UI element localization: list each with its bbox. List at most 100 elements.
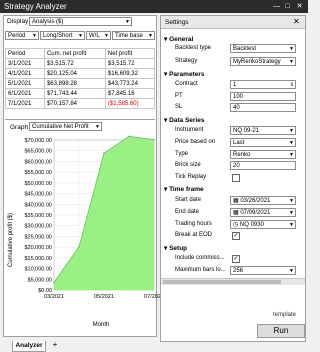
break-at-eod-checkbox[interactable]: ✓ xyxy=(232,232,240,240)
price-based-on-select[interactable]: Last ▼ xyxy=(230,138,296,147)
brick-size-value: 20 xyxy=(233,163,240,169)
start-date-label: Start date xyxy=(175,197,202,203)
display-select[interactable]: Analysis ($) ▼ xyxy=(29,17,132,26)
table-row[interactable]: 6/1/2021 $71,743.44 $7,845.16 xyxy=(5,88,156,99)
y-tick-label: $70,000.00 xyxy=(24,138,52,144)
tick-replay-label: Tick Replay xyxy=(175,174,207,180)
y-tick-label: $10,000.00 xyxy=(24,267,52,273)
clock-icon: ◷ xyxy=(233,222,240,228)
trading-hours-select[interactable]: ◷ NQ 0930 ▼ xyxy=(230,220,296,229)
backtest-type-label: Backtest type xyxy=(175,45,212,51)
backtest-type-value: Backtest xyxy=(233,46,257,52)
chevron-down-icon: ▼ xyxy=(32,33,37,39)
table-row[interactable]: 3/1/2021 $3,515.72 $3,515.72 xyxy=(5,58,156,69)
data-point xyxy=(78,246,80,248)
include-commission-checkbox[interactable]: ✓ xyxy=(232,255,240,263)
chevron-down-icon: ▼ xyxy=(289,210,294,216)
trading-hours-label: Trading hours xyxy=(175,221,212,227)
close-icon[interactable]: ✕ xyxy=(293,17,300,26)
y-tick-label: $55,000.00 xyxy=(24,170,52,176)
period-cell: 3/1/2021 xyxy=(5,58,45,69)
chevron-down-icon: ▼ xyxy=(289,140,294,146)
x-tick-label: 07/2021 xyxy=(144,294,160,300)
tick-replay-checkbox[interactable] xyxy=(232,174,240,182)
win-loss-select[interactable]: W/L ▼ xyxy=(86,31,111,40)
brick-size-input[interactable]: 20 xyxy=(230,161,296,170)
display-value: Analysis ($) xyxy=(32,19,64,25)
start-date-value: 03/26/2021 xyxy=(240,198,271,204)
y-tick-label: $5,000.00 xyxy=(28,277,52,283)
max-bars-label: Maximum bars lo... xyxy=(175,267,226,273)
horizontal-scrollbar[interactable] xyxy=(161,278,305,285)
y-tick-label: $65,000.00 xyxy=(24,149,52,155)
section-data-series[interactable]: ▾ Data Series xyxy=(164,116,205,124)
instrument-select[interactable]: NQ 09-21 ▼ xyxy=(230,126,296,135)
max-bars-select[interactable]: 256 ▼ xyxy=(230,266,296,275)
table-header-row: Period Cum. net profit Net profit xyxy=(5,48,156,59)
max-bars-value: 256 xyxy=(233,268,244,274)
chevron-down-icon: ▼ xyxy=(289,46,294,52)
table-row[interactable]: 7/1/2021 $70,157.84 ($1,585.60) xyxy=(5,98,156,109)
chevron-down-icon: ▼ xyxy=(289,198,294,204)
run-button[interactable]: Run xyxy=(257,324,305,338)
chevron-down-icon: ▼ xyxy=(289,128,294,134)
y-tick-label: $25,000.00 xyxy=(24,234,52,240)
cum-profit-cell: $3,515.72 xyxy=(43,58,106,69)
include-commission-label: Include commiss... xyxy=(175,255,225,261)
tab-analyzer[interactable]: Analyzer xyxy=(12,341,46,352)
table-row[interactable]: 4/1/2021 $20,125.04 $16,609.32 xyxy=(5,68,156,79)
section-general[interactable]: ▾ General xyxy=(164,35,193,43)
settings-header: Settings ✕ xyxy=(161,16,305,29)
pt-input[interactable]: 100 xyxy=(230,92,296,101)
contract-value: 1 xyxy=(233,82,237,88)
time-base-select[interactable]: Time base ▼ xyxy=(112,31,155,40)
section-parameters[interactable]: ▾ Parameters xyxy=(164,70,205,78)
period-select[interactable]: Period ▼ xyxy=(5,31,39,40)
cum-profit-cell: $20,125.04 xyxy=(43,68,106,79)
contract-label: Contract xyxy=(175,81,198,87)
divider xyxy=(5,119,155,120)
add-tab-button[interactable]: + xyxy=(50,340,60,350)
data-point xyxy=(53,281,55,284)
close-icon[interactable]: ✕ xyxy=(295,2,304,11)
long-short-select[interactable]: Long/Short ▼ xyxy=(40,31,85,40)
maximize-icon[interactable]: □ xyxy=(283,2,292,11)
time-base-label: Time base xyxy=(115,33,143,39)
spinner-icon: ⇕ xyxy=(289,82,294,88)
end-date-value: 07/09/2021 xyxy=(240,210,271,216)
type-select[interactable]: Renko ▼ xyxy=(230,150,296,159)
chevron-down-icon: ▼ xyxy=(289,268,294,274)
minimize-icon[interactable]: — xyxy=(272,2,281,11)
pt-label: PT xyxy=(175,93,183,99)
period-cell: 6/1/2021 xyxy=(5,88,45,99)
chevron-down-icon: ▼ xyxy=(289,222,294,228)
start-date-picker[interactable]: ▦ 03/26/2021 ▼ xyxy=(230,196,296,205)
chevron-down-icon: ▼ xyxy=(78,33,83,39)
section-setup[interactable]: ▾ Setup xyxy=(164,244,187,252)
net-profit-cell: $43,773.24 xyxy=(104,78,156,89)
data-point xyxy=(128,135,130,138)
sl-input[interactable]: 40 xyxy=(230,103,296,112)
template-link[interactable]: template xyxy=(273,312,296,318)
period-cell: 4/1/2021 xyxy=(5,68,45,79)
price-based-on-label: Price based on xyxy=(175,139,216,145)
strategy-select[interactable]: MyRenkoStrategy ▼ xyxy=(230,57,296,66)
cum-profit-cell: $70,157.84 xyxy=(43,98,106,109)
scrollbar-thumb[interactable] xyxy=(163,280,281,284)
column-header[interactable]: Period xyxy=(5,48,45,59)
section-time-frame[interactable]: ▾ Time frame xyxy=(164,185,204,193)
backtest-type-select[interactable]: Backtest ▼ xyxy=(230,44,296,53)
end-date-picker[interactable]: ▦ 07/09/2021 ▼ xyxy=(230,208,296,217)
strategy-value: MyRenkoStrategy xyxy=(233,59,281,65)
column-header[interactable]: Net profit xyxy=(104,48,156,59)
column-header[interactable]: Cum. net profit xyxy=(43,48,106,59)
window-title: Strategy Analyzer xyxy=(4,2,67,11)
x-tick-label: 03/2021 xyxy=(44,294,64,300)
y-tick-label: $45,000.00 xyxy=(24,192,52,198)
period-label: Period xyxy=(8,33,26,39)
period-cell: 7/1/2021 xyxy=(5,98,45,109)
table-row[interactable]: 5/1/2021 $63,898.28 $43,773.24 xyxy=(5,78,156,89)
cum-profit-cell: $71,743.44 xyxy=(43,88,106,99)
contract-input[interactable]: 1 ⇕ xyxy=(230,80,296,89)
brick-size-label: Brick size xyxy=(175,162,201,168)
